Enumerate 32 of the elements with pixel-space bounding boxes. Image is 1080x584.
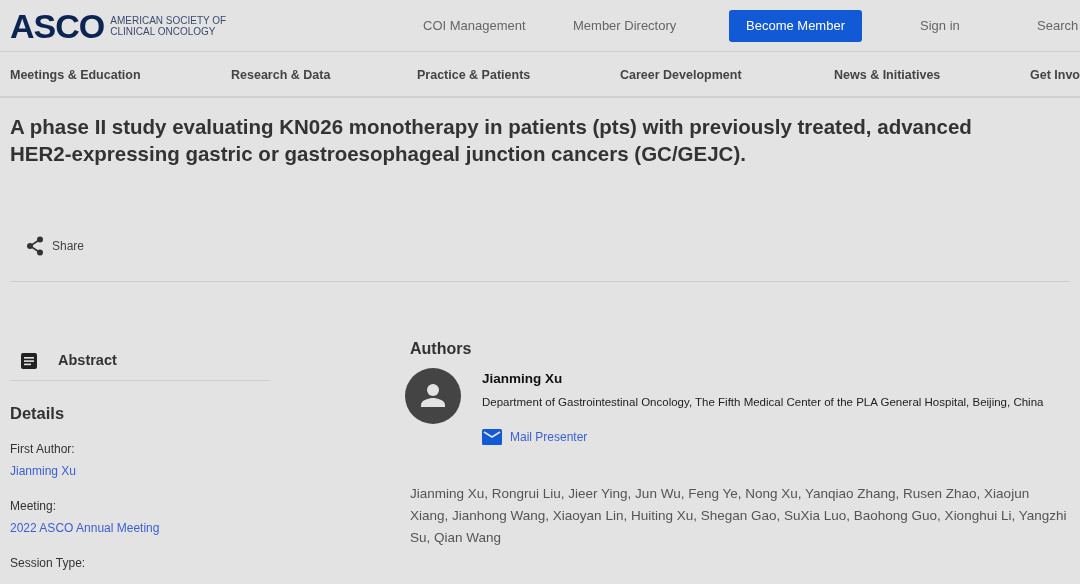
detail-link[interactable]: Jianming Xu	[10, 459, 270, 482]
mail-icon[interactable]	[482, 429, 502, 446]
nav-link[interactable]: Practice & Patients	[417, 68, 531, 82]
presenter-name: Jianming Xu	[482, 370, 564, 388]
share-link[interactable]: Share	[52, 237, 85, 255]
avatar-icon	[405, 368, 461, 424]
nav-link[interactable]: Get Invo	[1030, 68, 1080, 82]
search-link[interactable]: Search	[1037, 15, 1079, 36]
nav-link[interactable]: Research & Data	[231, 68, 331, 82]
detail-link[interactable]: 2022 ASCO Annual Meeting	[10, 516, 270, 539]
mail-presenter-link[interactable]: Mail Presenter	[510, 428, 588, 447]
detail-label: Session Type:	[10, 554, 87, 572]
share-icon[interactable]	[26, 236, 44, 256]
detail-label: Meeting:	[10, 497, 58, 515]
logo-text: AMERICAN SOCIETY OF	[110, 14, 227, 26]
author-list: Jianming Xu, Rongrui Liu, Jieer Ying, Jun Wu, Feng Ye, Nong Xu, Yanqiao Zhang, Rusen Zhao, Xiaojun Xiang, Jianhong Wang, Xiaoyan Lin, Huiting Xu, Shegan Gao, SuXia Luo, Baohong Guo, Xionghui Li, Yangzhi Su, Qian Wang	[410, 483, 1070, 550]
authors-heading: Authors	[410, 339, 473, 359]
nav-link[interactable]: Meetings & Education	[10, 68, 141, 82]
become-member-button[interactable]: Become Member	[729, 9, 862, 42]
header-link[interactable]: COI Management	[423, 15, 573, 36]
detail-label: First Author:	[10, 440, 76, 458]
header-link[interactable]: Member Directory	[573, 15, 729, 36]
sign-in-link[interactable]: Sign in	[920, 15, 1037, 36]
nav-link[interactable]: News & Initiatives	[834, 68, 941, 82]
abstract-link[interactable]: Abstract	[58, 349, 117, 372]
presenter-affiliation: Department of Gastrointestinal Oncology, The Fifth Medical Center of the PLA General Hospital, Beijing, China	[482, 395, 1045, 411]
details-heading: Details	[10, 403, 66, 424]
page-title: A phase II study evaluating KN026 monotherapy in patients (pts) with previously treated, advanced HER2-expressing gastric or gastroesophageal junction cancers (GC/GEJC).	[10, 114, 973, 167]
logo-text: CLINICAL ONCOLOGY	[110, 25, 217, 37]
nav-link[interactable]: Career Development	[620, 68, 742, 82]
document-icon[interactable]	[20, 351, 38, 370]
logo-mark[interactable]: ASCO	[10, 8, 105, 43]
